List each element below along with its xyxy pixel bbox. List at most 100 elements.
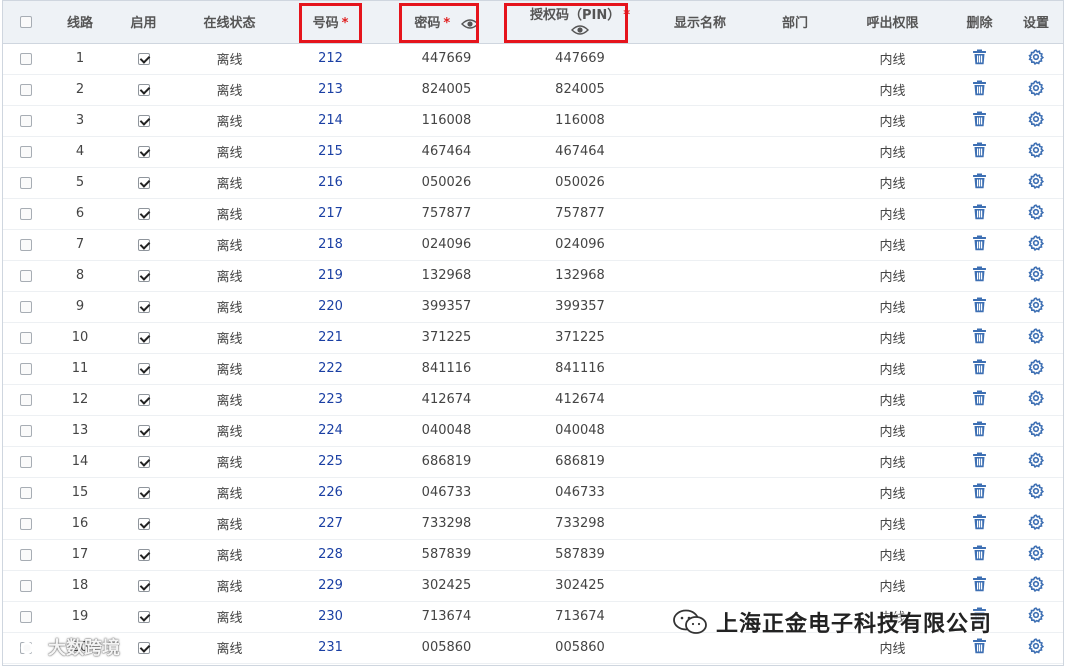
number-link[interactable]: 222: [318, 361, 343, 376]
trash-icon[interactable]: [972, 266, 987, 286]
enabled-checkbox[interactable]: [137, 300, 150, 313]
enabled-checkbox[interactable]: [137, 114, 150, 127]
row-select-checkbox[interactable]: [20, 486, 32, 499]
row-select-cell[interactable]: [3, 353, 49, 385]
gear-icon[interactable]: [1028, 575, 1045, 596]
enabled-cell[interactable]: [111, 508, 176, 540]
enabled-cell[interactable]: [111, 384, 176, 416]
number-link[interactable]: 227: [318, 516, 343, 531]
gear-icon[interactable]: [1028, 420, 1045, 441]
number-link[interactable]: 214: [318, 113, 343, 128]
gear-icon[interactable]: [1028, 265, 1045, 286]
row-select-cell[interactable]: [3, 43, 49, 75]
enabled-checkbox[interactable]: [137, 579, 150, 592]
enabled-cell[interactable]: [111, 570, 176, 602]
enabled-checkbox[interactable]: [137, 52, 150, 65]
trash-icon[interactable]: [972, 235, 987, 255]
row-select-cell[interactable]: [3, 415, 49, 447]
enabled-cell[interactable]: [111, 539, 176, 571]
row-select-cell[interactable]: [3, 291, 49, 323]
number-link[interactable]: 226: [318, 485, 343, 500]
row-select-cell[interactable]: [3, 570, 49, 602]
gear-icon[interactable]: [1028, 451, 1045, 472]
enabled-cell[interactable]: [111, 353, 176, 385]
number-link[interactable]: 213: [318, 82, 343, 97]
row-select-cell[interactable]: [3, 260, 49, 292]
trash-icon[interactable]: [972, 80, 987, 100]
row-select-cell[interactable]: [3, 477, 49, 509]
number-cell[interactable]: 227: [283, 508, 378, 540]
enabled-cell[interactable]: [111, 632, 176, 664]
row-select-cell[interactable]: [3, 601, 49, 633]
enabled-cell[interactable]: [111, 167, 176, 199]
trash-icon[interactable]: [972, 204, 987, 224]
row-select-cell[interactable]: [3, 322, 49, 354]
row-select-checkbox[interactable]: [20, 269, 32, 282]
select-all-checkbox[interactable]: [20, 15, 32, 28]
trash-icon[interactable]: [972, 142, 987, 162]
enabled-cell[interactable]: [111, 260, 176, 292]
number-cell[interactable]: 217: [283, 198, 378, 230]
number-cell[interactable]: 218: [283, 229, 378, 261]
enabled-checkbox[interactable]: [137, 238, 150, 251]
trash-icon[interactable]: [972, 483, 987, 503]
enabled-cell[interactable]: [111, 322, 176, 354]
number-cell[interactable]: 226: [283, 477, 378, 509]
trash-icon[interactable]: [972, 173, 987, 193]
number-link[interactable]: 224: [318, 423, 343, 438]
row-select-checkbox[interactable]: [20, 238, 32, 251]
row-select-checkbox[interactable]: [20, 83, 32, 96]
trash-icon[interactable]: [972, 359, 987, 379]
row-select-cell[interactable]: [3, 136, 49, 168]
enabled-cell[interactable]: [111, 74, 176, 106]
enabled-checkbox[interactable]: [137, 269, 150, 282]
number-link[interactable]: 223: [318, 392, 343, 407]
trash-icon[interactable]: [972, 421, 987, 441]
gear-icon[interactable]: [1028, 203, 1045, 224]
number-link[interactable]: 220: [318, 299, 343, 314]
row-select-checkbox[interactable]: [20, 52, 32, 65]
enabled-checkbox[interactable]: [137, 641, 150, 654]
row-select-checkbox[interactable]: [20, 300, 32, 313]
trash-icon[interactable]: [972, 49, 987, 69]
enabled-checkbox[interactable]: [137, 610, 150, 623]
row-select-checkbox[interactable]: [20, 424, 32, 437]
row-select-checkbox[interactable]: [20, 207, 32, 220]
number-link[interactable]: 215: [318, 144, 343, 159]
enabled-checkbox[interactable]: [137, 176, 150, 189]
number-link[interactable]: 219: [318, 268, 343, 283]
enabled-checkbox[interactable]: [137, 145, 150, 158]
number-link[interactable]: 212: [318, 51, 343, 66]
number-link[interactable]: 216: [318, 175, 343, 190]
enabled-checkbox[interactable]: [137, 207, 150, 220]
number-cell[interactable]: 216: [283, 167, 378, 199]
gear-icon[interactable]: [1028, 544, 1045, 565]
number-link[interactable]: 231: [318, 640, 343, 655]
gear-icon[interactable]: [1028, 141, 1045, 162]
enabled-cell[interactable]: [111, 43, 176, 75]
gear-icon[interactable]: [1028, 513, 1045, 534]
trash-icon[interactable]: [972, 545, 987, 565]
gear-icon[interactable]: [1028, 110, 1045, 131]
header-select-all[interactable]: [3, 1, 49, 44]
gear-icon[interactable]: [1028, 327, 1045, 348]
gear-icon[interactable]: [1028, 606, 1045, 627]
trash-icon[interactable]: [972, 638, 987, 658]
row-select-checkbox[interactable]: [20, 362, 32, 375]
row-select-checkbox[interactable]: [20, 455, 32, 468]
row-select-cell[interactable]: [3, 229, 49, 261]
enabled-cell[interactable]: [111, 601, 176, 633]
row-select-cell[interactable]: [3, 508, 49, 540]
row-select-cell[interactable]: [3, 198, 49, 230]
row-select-cell[interactable]: [3, 105, 49, 137]
gear-icon[interactable]: [1028, 389, 1045, 410]
number-cell[interactable]: 223: [283, 384, 378, 416]
row-select-checkbox[interactable]: [20, 331, 32, 344]
enabled-checkbox[interactable]: [137, 455, 150, 468]
trash-icon[interactable]: [972, 390, 987, 410]
enabled-cell[interactable]: [111, 105, 176, 137]
row-select-checkbox[interactable]: [20, 114, 32, 127]
enabled-cell[interactable]: [111, 229, 176, 261]
gear-icon[interactable]: [1028, 172, 1045, 193]
gear-icon[interactable]: [1028, 79, 1045, 100]
